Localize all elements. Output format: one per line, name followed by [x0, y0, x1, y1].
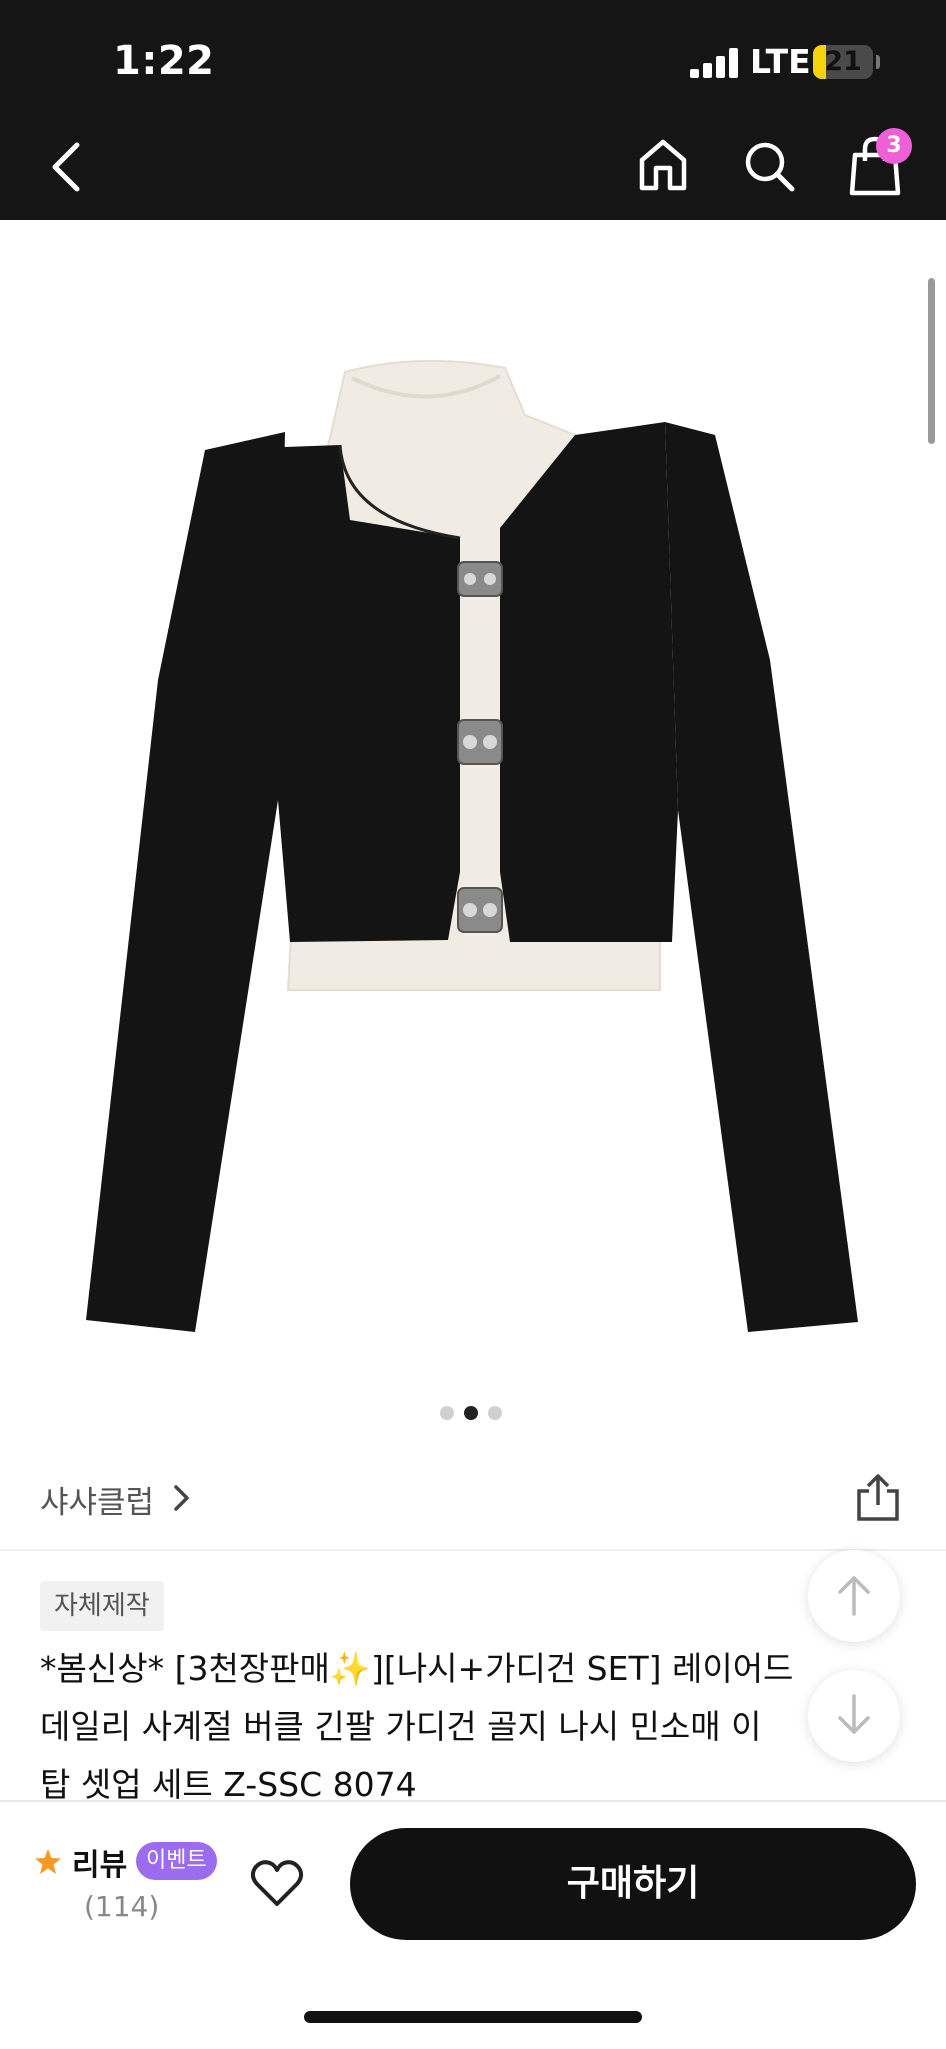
- signal-icon: [690, 48, 738, 78]
- event-badge: 이벤트: [136, 1842, 217, 1880]
- battery-cap: [876, 55, 880, 69]
- network-label: LTE: [750, 42, 811, 81]
- battery-percent: 21: [824, 46, 862, 77]
- home-indicator: [304, 2011, 642, 2023]
- app-header: 1:22 LTE 21 3: [0, 0, 946, 220]
- heart-icon[interactable]: [250, 1858, 304, 1908]
- share-icon[interactable]: [855, 1473, 901, 1523]
- brand-name-link[interactable]: 샤샤클럽: [40, 1477, 154, 1522]
- product-tag: 자체제작: [40, 1581, 164, 1631]
- pagination-dot[interactable]: [464, 1406, 478, 1420]
- brand-row: 샤샤클럽: [0, 1445, 946, 1551]
- battery-icon: 21: [813, 45, 873, 79]
- cart-count-badge: 3: [876, 128, 912, 164]
- pagination-dot[interactable]: [488, 1406, 502, 1420]
- scroll-down-button[interactable]: [808, 1670, 900, 1762]
- status-time: 1:22: [113, 38, 215, 84]
- review-label[interactable]: 리뷰: [72, 1840, 127, 1884]
- scroll-up-button[interactable]: [808, 1550, 900, 1642]
- product-image-gallery[interactable]: [0, 220, 946, 1380]
- star-icon: [35, 1849, 61, 1874]
- back-icon[interactable]: [45, 140, 89, 194]
- product-title: *봄신상* [3천장판매✨][나시+가디건 SET] 레이어드 데일리 사계절 …: [40, 1649, 794, 1804]
- arrow-down-icon: [838, 1694, 870, 1734]
- product-image: [86, 359, 858, 1332]
- scrollbar[interactable]: [928, 278, 935, 444]
- chevron-right-icon[interactable]: [170, 1483, 192, 1513]
- review-count[interactable]: (114): [84, 1890, 159, 1923]
- buy-button[interactable]: 구매하기: [350, 1828, 916, 1940]
- search-icon[interactable]: [741, 138, 797, 194]
- home-icon[interactable]: [637, 138, 689, 192]
- pagination-dot[interactable]: [440, 1406, 454, 1420]
- arrow-up-icon: [838, 1576, 870, 1616]
- gallery-pagination: [0, 1406, 946, 1420]
